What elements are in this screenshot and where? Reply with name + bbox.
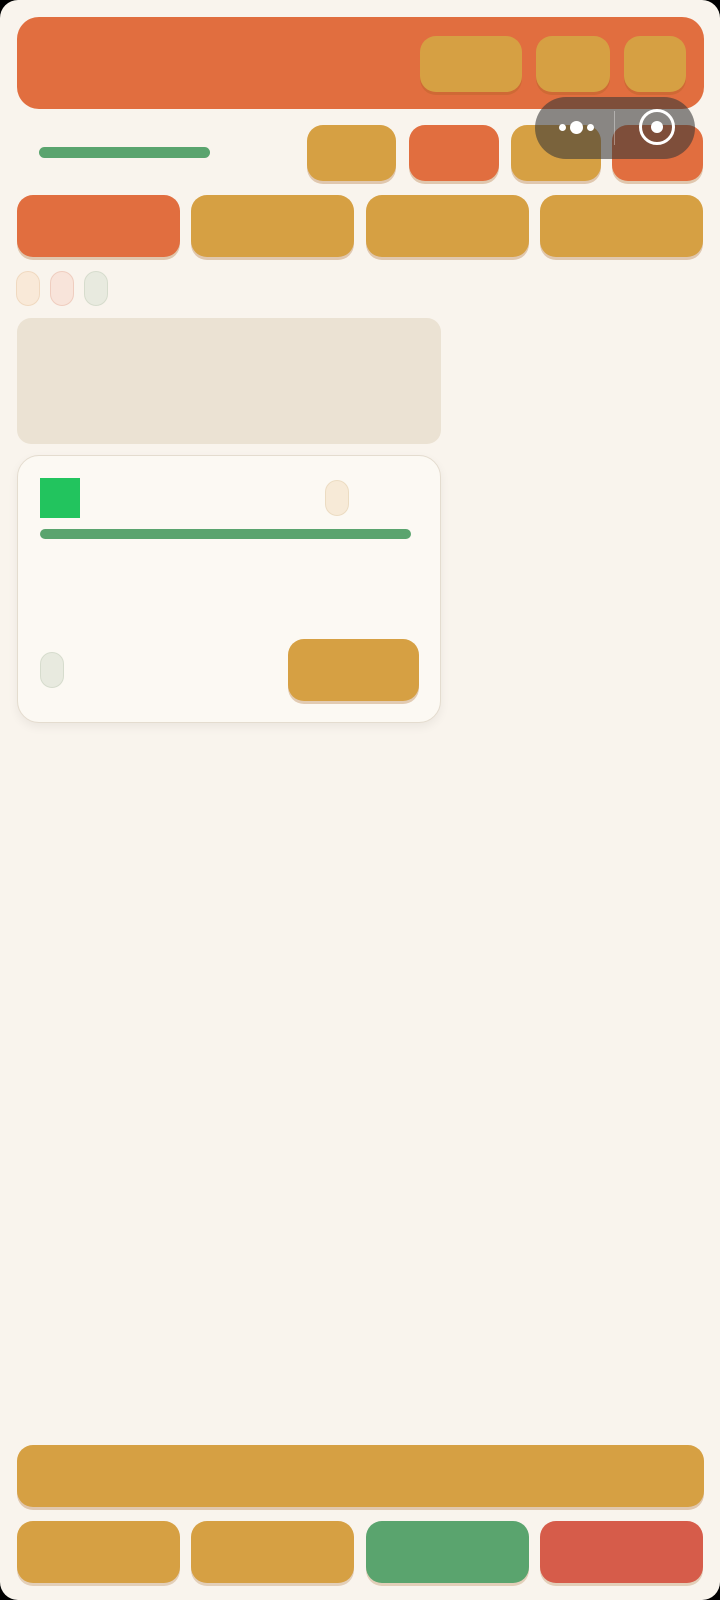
footer-button-4[interactable] xyxy=(540,1521,703,1583)
filter-chip-3[interactable] xyxy=(84,271,108,306)
filter-chip-2[interactable] xyxy=(50,271,74,306)
toolbar-button-2[interactable] xyxy=(409,125,499,181)
header-button-2[interactable] xyxy=(536,36,610,92)
capsule-divider xyxy=(614,111,615,145)
primary-action-button[interactable] xyxy=(17,1445,704,1507)
filter-chip-1[interactable] xyxy=(16,271,40,306)
card-status-badge xyxy=(325,480,349,516)
header-bar xyxy=(17,17,704,109)
header-button-1[interactable] xyxy=(420,36,522,92)
content-placeholder xyxy=(17,318,441,444)
item-card[interactable] xyxy=(17,455,441,723)
card-title-placeholder xyxy=(40,529,411,539)
header-button-3[interactable] xyxy=(624,36,686,92)
card-action-button[interactable] xyxy=(288,639,419,701)
tab-1[interactable] xyxy=(17,195,180,257)
more-dots-icon[interactable] xyxy=(557,120,597,136)
app-screen xyxy=(0,0,720,1600)
tab-4[interactable] xyxy=(540,195,703,257)
toolbar-title-placeholder xyxy=(39,147,210,158)
card-tag-chip xyxy=(40,652,64,688)
footer-button-3[interactable] xyxy=(366,1521,529,1583)
toolbar-button-1[interactable] xyxy=(307,125,396,181)
item-thumbnail xyxy=(40,478,80,518)
target-circle-icon[interactable] xyxy=(639,109,675,145)
miniprogram-capsule xyxy=(535,97,695,159)
footer-button-2[interactable] xyxy=(191,1521,354,1583)
footer-button-1[interactable] xyxy=(17,1521,180,1583)
tab-3[interactable] xyxy=(366,195,529,257)
tab-2[interactable] xyxy=(191,195,354,257)
